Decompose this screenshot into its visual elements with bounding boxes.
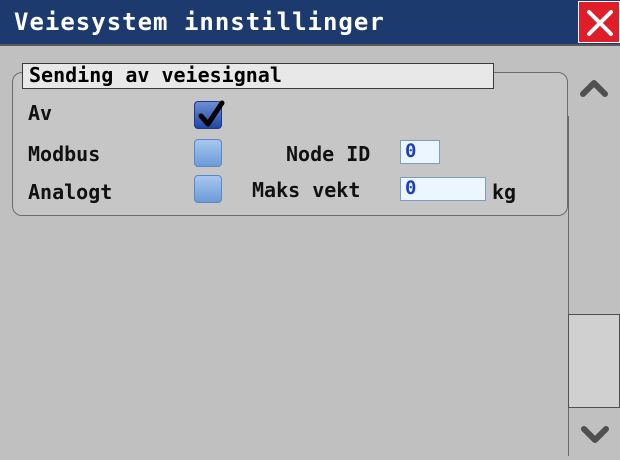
max-weight-label: Maks vekt: [252, 178, 361, 202]
checkbox-av[interactable]: [194, 100, 225, 129]
node-id-label: Node ID: [286, 142, 371, 166]
group-title: Sending av veiesignal: [22, 63, 494, 89]
window-title: Veiesystem innstillinger: [14, 8, 385, 36]
checkbox-analogt[interactable]: [194, 175, 222, 203]
node-id-input[interactable]: 0: [400, 140, 440, 164]
scroll-up-button[interactable]: [568, 56, 620, 116]
max-weight-unit: kg: [492, 180, 517, 204]
option-label-analogt: Analogt: [28, 180, 113, 204]
checkmark-icon: [198, 100, 225, 127]
chevron-down-icon: [581, 426, 609, 443]
title-divider: [0, 44, 620, 46]
chevron-up-icon: [580, 80, 608, 97]
checkbox-modbus[interactable]: [194, 139, 222, 167]
close-icon: [587, 10, 613, 36]
scroll-thumb[interactable]: [568, 314, 620, 408]
option-label-av: Av: [28, 101, 53, 125]
option-label-modbus: Modbus: [28, 142, 101, 166]
scroll-down-button[interactable]: [568, 408, 620, 456]
title-bar: Veiesystem innstillinger: [0, 0, 620, 44]
max-weight-input[interactable]: 0: [400, 177, 486, 201]
close-button[interactable]: [578, 1, 620, 43]
